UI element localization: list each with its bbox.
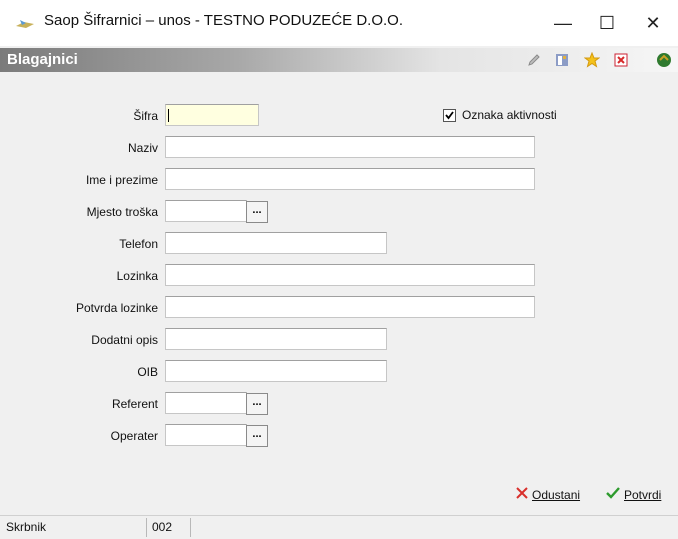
status-bar: Skrbnik 002 — [0, 515, 678, 539]
app-icon — [14, 14, 36, 32]
form-header: Blagajnici — [0, 48, 678, 72]
telefon-field[interactable] — [165, 232, 387, 254]
form-title: Blagajnici — [7, 51, 78, 68]
cancel-label: Odustani — [532, 487, 581, 502]
close-button[interactable]: ✕ — [630, 0, 676, 46]
dodatni-opis-field[interactable] — [165, 328, 387, 350]
cancel-button[interactable]: Odustani — [515, 486, 580, 503]
mjesto-troska-lookup-button[interactable]: ... — [246, 201, 268, 223]
oznaka-aktivnosti-checkbox[interactable] — [443, 109, 456, 122]
naziv-label: Naziv — [127, 141, 158, 155]
telefon-label: Telefon — [119, 237, 158, 251]
mjesto-troska-field[interactable]: ... — [165, 200, 268, 223]
delete-icon[interactable] — [612, 51, 630, 69]
status-code: 002 — [152, 520, 173, 534]
status-separator — [146, 518, 147, 537]
confirm-label: Potvrdi — [624, 487, 662, 502]
confirm-button[interactable]: Potvrdi — [605, 486, 661, 503]
dodatni-opis-label: Dodatni opis — [91, 333, 158, 347]
mjesto-troska-label: Mjesto troška — [86, 205, 158, 219]
referent-label: Referent — [111, 397, 158, 411]
checkmark-icon — [605, 486, 621, 503]
operater-label: Operater — [110, 429, 158, 443]
potvrda-lozinke-field[interactable] — [165, 296, 535, 318]
layout-icon[interactable] — [553, 51, 571, 69]
sifra-field[interactable] — [165, 104, 259, 126]
oznaka-aktivnosti-label: Oznaka aktivnosti — [462, 108, 557, 122]
ime-prezime-label: Ime i prezime — [85, 173, 158, 187]
status-user: Skrbnik — [6, 520, 47, 534]
action-bar: Odustani Potvrdi — [0, 478, 678, 514]
lozinka-field[interactable] — [165, 264, 535, 286]
lozinka-label: Lozinka — [116, 269, 158, 283]
window-title: Saop Šifrarnici – unos - TESTNO PODUZEĆE… — [44, 12, 403, 29]
sifra-label: Šifra — [133, 109, 158, 123]
referent-lookup-button[interactable]: ... — [246, 393, 268, 415]
window-title-bar: Saop Šifrarnici – unos - TESTNO PODUZEĆE… — [0, 0, 678, 46]
edit-icon[interactable] — [525, 51, 543, 69]
ime-prezime-field[interactable] — [165, 168, 535, 190]
operater-field[interactable]: ... — [165, 424, 268, 447]
status-separator — [190, 518, 191, 537]
text-caret — [168, 109, 169, 122]
naziv-field[interactable] — [165, 136, 535, 158]
oib-label: OIB — [137, 365, 158, 379]
oib-field[interactable] — [165, 360, 387, 382]
status-message — [192, 519, 672, 536]
green-shape-icon[interactable] — [655, 51, 673, 69]
star-icon[interactable] — [583, 51, 601, 69]
referent-field[interactable]: ... — [165, 392, 268, 415]
maximize-button[interactable]: ☐ — [584, 0, 630, 46]
close-x-icon — [515, 486, 529, 503]
potvrda-lozinke-label: Potvrda lozinke — [75, 301, 158, 315]
minimize-button[interactable]: — — [540, 0, 586, 46]
operater-lookup-button[interactable]: ... — [246, 425, 268, 447]
